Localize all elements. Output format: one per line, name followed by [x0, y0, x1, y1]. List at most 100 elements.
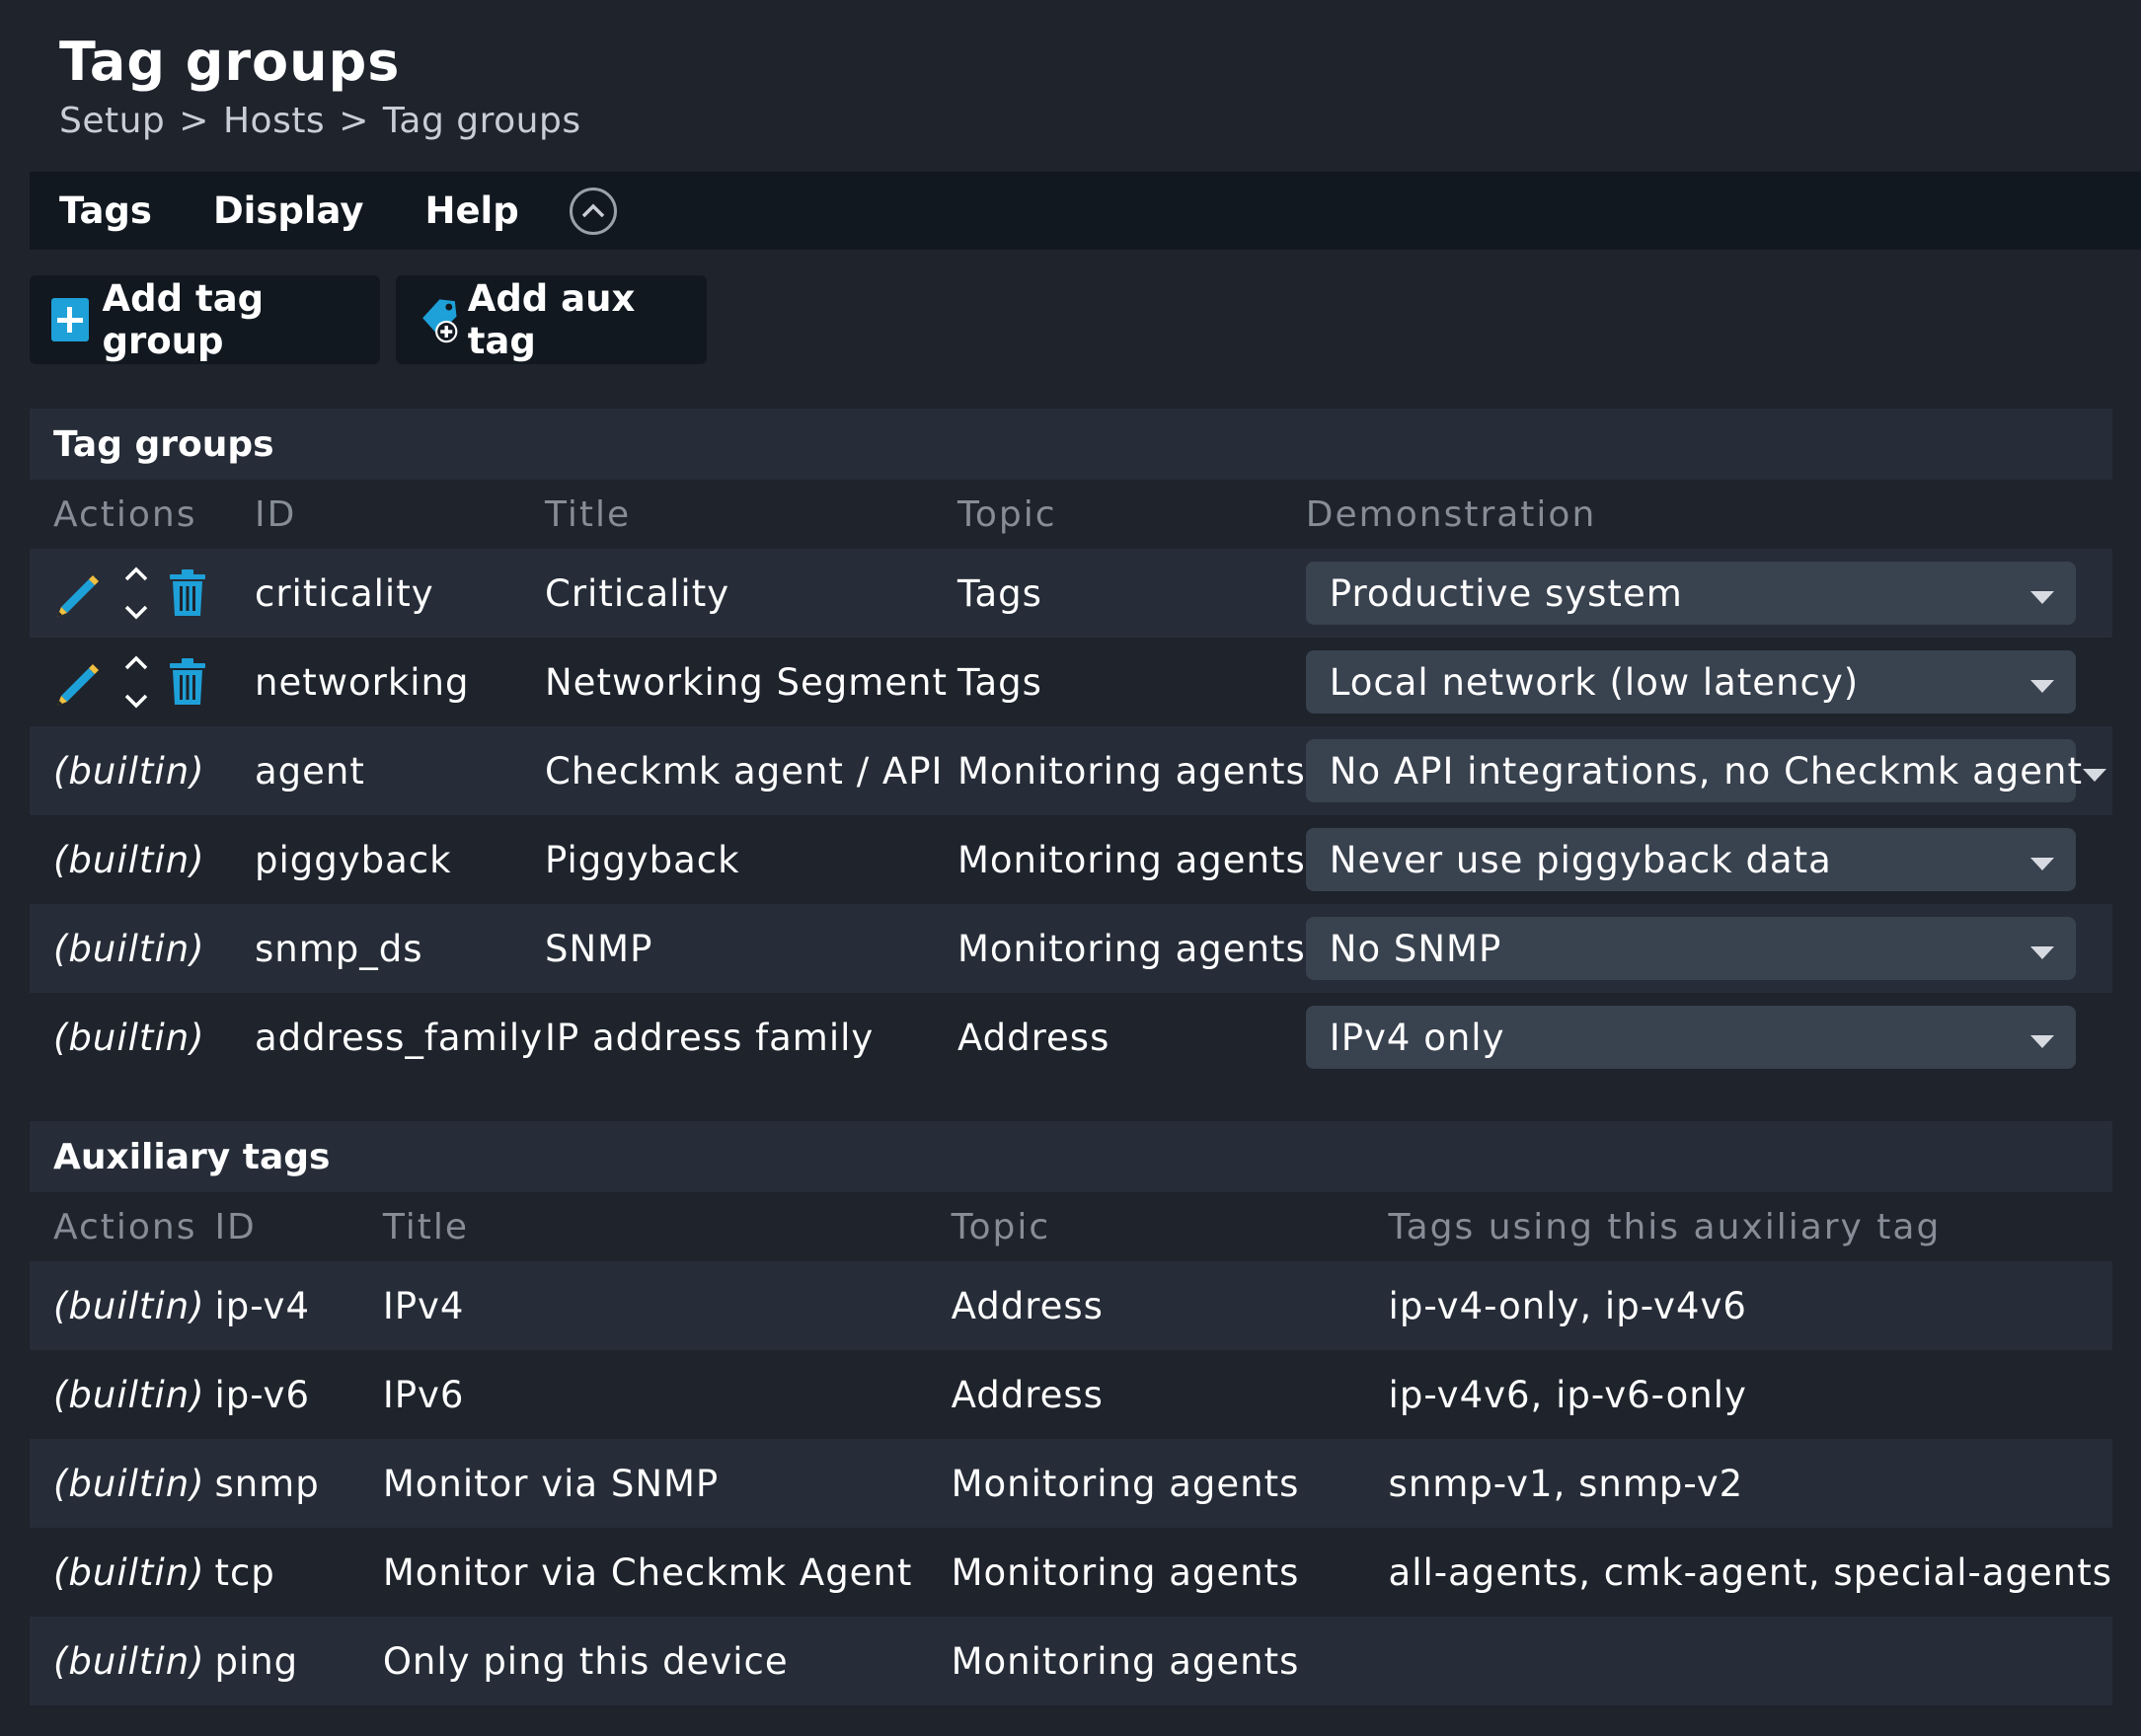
tag-group-id: address_family: [255, 993, 545, 1082]
select-value: No SNMP: [1329, 927, 1502, 970]
menu-display[interactable]: Display: [213, 189, 364, 232]
table-row: (builtin) address_family IP address fami…: [30, 993, 2112, 1082]
aux-tag-title: IPv6: [382, 1350, 952, 1439]
select-value: Local network (low latency): [1329, 660, 1860, 704]
breadcrumb: Setup > Hosts > Tag groups: [59, 97, 581, 146]
aux-tag-using: ip-v4v6, ip-v6-only: [1388, 1350, 2112, 1439]
aux-tag-topic: Address: [951, 1261, 1389, 1350]
tag-groups-header: Tag groups: [30, 409, 2112, 480]
demonstration-select[interactable]: No API integrations, no Checkmk agent: [1305, 739, 2106, 802]
breadcrumb-setup[interactable]: Setup: [59, 101, 165, 141]
tag-group-demo: No SNMP: [1305, 904, 2112, 993]
table-row: (builtin) agent Checkmk agent / API Moni…: [30, 726, 2112, 815]
row-actions: [30, 638, 255, 726]
tag-group-topic: Tags: [957, 549, 1306, 638]
builtin-label: (builtin): [30, 726, 255, 815]
column-header-topic: Topic: [951, 1192, 1389, 1261]
tag-plus-icon: [422, 299, 458, 343]
tag-group-id: piggyback: [255, 815, 545, 904]
pencil-icon[interactable]: [53, 656, 105, 708]
caret-down-icon: [2083, 768, 2106, 782]
action-button-bar: Add tag group Add aux tag: [30, 275, 707, 364]
tag-group-id: snmp_ds: [255, 904, 545, 993]
breadcrumb-separator: >: [339, 101, 369, 141]
up-down-arrows-icon[interactable]: [122, 564, 150, 623]
builtin-label: (builtin): [30, 1528, 215, 1617]
builtin-label: (builtin): [30, 904, 255, 993]
add-tag-group-button[interactable]: Add tag group: [30, 275, 380, 364]
demonstration-select[interactable]: Never use piggyback data: [1305, 828, 2076, 891]
column-header-demonstration: Demonstration: [1305, 480, 2112, 549]
tag-group-demo: IPv4 only: [1305, 993, 2112, 1082]
table-header-row: Actions ID Title Topic Demonstration: [30, 480, 2112, 549]
table-row: networking Networking Segment Tags Local…: [30, 638, 2112, 726]
table-row: (builtin) ip-v6 IPv6 Address ip-v4v6, ip…: [30, 1350, 2112, 1439]
builtin-label: (builtin): [30, 1350, 215, 1439]
aux-tag-using: all-agents, cmk-agent, special-agents: [1388, 1528, 2112, 1617]
menu-help[interactable]: Help: [425, 189, 519, 232]
tag-groups-section: Tag groups Actions ID Title Topic Demons…: [30, 409, 2112, 1082]
tag-groups-table: Actions ID Title Topic Demonstration cri…: [30, 480, 2112, 1082]
breadcrumb-separator: >: [179, 101, 209, 141]
caret-down-icon: [2029, 857, 2054, 870]
select-value: IPv4 only: [1329, 1016, 1505, 1059]
caret-down-icon: [2029, 1034, 2054, 1048]
aux-tag-topic: Monitoring agents: [951, 1528, 1389, 1617]
add-aux-tag-label: Add aux tag: [467, 277, 636, 362]
select-value: Never use piggyback data: [1329, 838, 1832, 881]
trash-icon[interactable]: [168, 568, 207, 618]
select-value: No API integrations, no Checkmk agent: [1329, 749, 2083, 793]
demonstration-select[interactable]: No SNMP: [1305, 917, 2076, 980]
column-header-actions: Actions: [30, 480, 255, 549]
tag-group-demo: No API integrations, no Checkmk agent: [1305, 726, 2112, 815]
aux-tag-topic: Address: [951, 1350, 1389, 1439]
auxiliary-tags-section: Auxiliary tags Actions ID Title Topic Ta…: [30, 1121, 2112, 1705]
aux-tag-using: ip-v4-only, ip-v4v6: [1388, 1261, 2112, 1350]
aux-tag-title: Only ping this device: [382, 1617, 952, 1705]
tag-group-id: agent: [255, 726, 545, 815]
menu-bar: Tags Display Help: [30, 172, 2141, 250]
tag-group-demo: Local network (low latency): [1305, 638, 2112, 726]
demonstration-select[interactable]: IPv4 only: [1305, 1006, 2076, 1069]
tag-group-topic: Monitoring agents: [957, 815, 1306, 904]
column-header-title: Title: [382, 1192, 952, 1261]
tag-group-title: Networking Segment: [545, 638, 957, 726]
menu-tags[interactable]: Tags: [59, 189, 152, 232]
builtin-label: (builtin): [30, 993, 255, 1082]
table-row: (builtin) tcp Monitor via Checkmk Agent …: [30, 1528, 2112, 1617]
tag-group-id: networking: [255, 638, 545, 726]
caret-down-icon: [2029, 590, 2054, 604]
aux-tag-title: IPv4: [382, 1261, 952, 1350]
column-header-id: ID: [255, 480, 545, 549]
builtin-label: (builtin): [30, 1261, 215, 1350]
tag-group-topic: Monitoring agents: [957, 726, 1306, 815]
column-header-actions: Actions: [30, 1192, 215, 1261]
table-row: (builtin) ip-v4 IPv4 Address ip-v4-only,…: [30, 1261, 2112, 1350]
add-tag-group-label: Add tag group: [102, 277, 265, 362]
add-aux-tag-button[interactable]: Add aux tag: [396, 275, 707, 364]
tag-group-topic: Address: [957, 993, 1306, 1082]
tag-group-topic: Monitoring agents: [957, 904, 1306, 993]
breadcrumb-hosts[interactable]: Hosts: [223, 101, 325, 141]
aux-tag-id: snmp: [214, 1439, 383, 1528]
tag-group-title: Criticality: [545, 549, 957, 638]
tag-group-demo: Productive system: [1305, 549, 2112, 638]
select-value: Productive system: [1329, 571, 1683, 615]
chevron-up-circle-icon[interactable]: [569, 187, 617, 235]
up-down-arrows-icon[interactable]: [122, 652, 150, 712]
tag-group-title: Piggyback: [545, 815, 957, 904]
pencil-icon[interactable]: [53, 567, 105, 619]
demonstration-select[interactable]: Local network (low latency): [1305, 650, 2076, 714]
tag-group-title: Checkmk agent / API: [545, 726, 957, 815]
caret-down-icon: [2029, 945, 2054, 959]
aux-tag-id: ip-v4: [214, 1261, 383, 1350]
table-row: (builtin) snmp_ds SNMP Monitoring agents…: [30, 904, 2112, 993]
aux-tag-using: snmp-v1, snmp-v2: [1388, 1439, 2112, 1528]
aux-tag-id: ping: [214, 1617, 383, 1705]
trash-icon[interactable]: [168, 657, 207, 707]
aux-tag-title: Monitor via SNMP: [382, 1439, 952, 1528]
demonstration-select[interactable]: Productive system: [1305, 562, 2076, 625]
table-row: (builtin) ping Only ping this device Mon…: [30, 1617, 2112, 1705]
breadcrumb-tag-groups[interactable]: Tag groups: [383, 101, 581, 141]
page-header: Tag groups Setup > Hosts > Tag groups: [59, 28, 581, 146]
